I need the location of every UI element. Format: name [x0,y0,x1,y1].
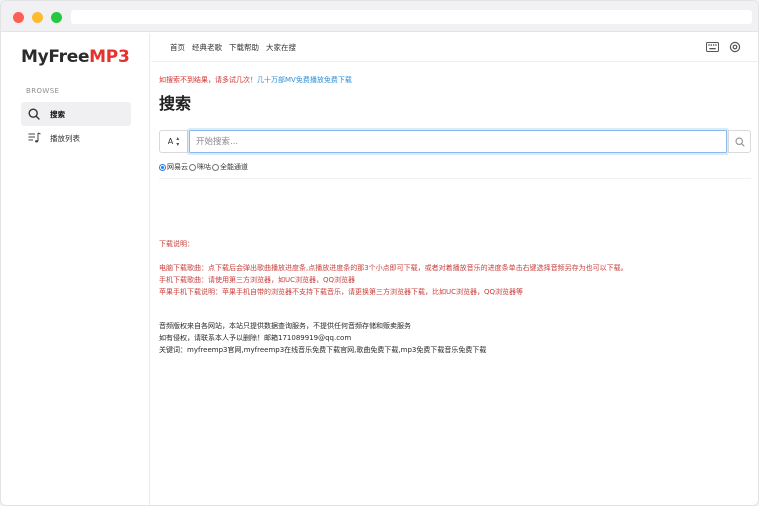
sidebar-item-label: 播放列表 [50,133,80,143]
source-selector: 网易云 咪咕 全能通道 [159,162,249,172]
close-window-button[interactable] [13,12,24,23]
source-radio-all-channels[interactable]: 全能通道 [212,162,248,172]
search-notice: 如搜索不到结果，请多试几次！几十万部MV免费播放免费下载 [159,75,352,85]
sidebar-item-label: 搜索 [50,109,65,119]
divider [159,178,751,179]
search-icon [27,107,41,121]
nav-link-home[interactable]: 首页 [170,42,185,53]
page-title: 搜索 [159,94,192,113]
settings-icon[interactable] [728,41,741,53]
search-type-select[interactable]: A ▴ ▾ [159,130,188,153]
logo-text-myfree: MyFree [21,47,90,67]
footer-copyright: 音频版权来自各网站，本站只提供数据查询服务，不提供任何音频存储和贩卖服务 [159,322,411,330]
footer-contact: 如有侵权，请联系本人予以删除！邮箱171089919@qq.com [159,334,352,342]
search-button[interactable] [728,130,751,153]
playlist-icon [27,131,41,145]
help-line-mobile: 手机下载歌曲：请使用第三方浏览器，如UC浏览器，QQ浏览器 [159,276,356,284]
help-line-iphone: 苹果手机下载说明：苹果手机自带的浏览器不支持下载音乐，请更换第三方浏览器下载，比… [159,288,524,296]
radio-circle [189,163,196,171]
radio-label: 网易云 [167,163,188,171]
radio-label: 全能通道 [220,163,248,171]
sidebar-section-label: BROWSE [26,87,60,95]
source-radio-netease[interactable]: 网易云 [159,162,188,172]
keyboard-icon[interactable] [706,41,719,53]
minimize-window-button[interactable] [32,12,43,23]
help-heading: 下载说明： [159,240,194,248]
main-content: 如搜索不到结果，请多试几次！几十万部MV免费播放免费下载 搜索 A ▴▾ 网易云 [151,63,758,505]
sidebar-item-search[interactable]: 搜索 [21,102,131,126]
logo-text-mp3: MP3 [89,47,130,67]
nav-link-download-help[interactable]: 下载帮助 [229,42,259,53]
select-caret-icon: ▴ ▾ [176,134,180,148]
source-radio-migu[interactable]: 咪咕 [189,162,211,172]
site-logo[interactable]: MyFreeMP3 [21,47,130,67]
sidebar-item-playlist[interactable]: 播放列表 [21,126,131,150]
sidebar: MyFreeMP3 BROWSE 搜索 播放列表 [1,33,150,505]
search-type-value: A [167,137,174,146]
radio-circle [212,163,219,171]
title-bar [1,1,758,32]
footer-keywords: 关键词：myfreemp3官网,myfreemp3在线音乐免费下载官网,歌曲免费… [159,346,487,354]
notice-text: 如搜索不到结果，请多试几次！ [159,76,257,84]
search-icon [734,132,745,151]
maximize-window-button[interactable] [51,12,62,23]
nav-link-classic-songs[interactable]: 经典老歌 [192,42,222,53]
radio-circle [159,163,166,171]
browser-window: MyFreeMP3 BROWSE 搜索 播放列表 首页 经典老歌 下载帮助 大家… [0,0,759,506]
address-bar[interactable] [71,10,752,24]
radio-label: 咪咕 [197,163,211,171]
mv-promo-link[interactable]: 几十万部MV免费播放免费下载 [257,76,352,84]
search-input[interactable] [189,130,727,153]
top-navigation: 首页 经典老歌 下载帮助 大家在搜 [151,33,758,62]
help-line-desktop: 电脑下载歌曲：点下载后会弹出歌曲播放进度条,点播放进度条的那3个小点即可下载，或… [159,264,628,272]
nav-link-trending-searches[interactable]: 大家在搜 [266,42,296,53]
search-bar: A ▴ ▾ [159,130,751,153]
